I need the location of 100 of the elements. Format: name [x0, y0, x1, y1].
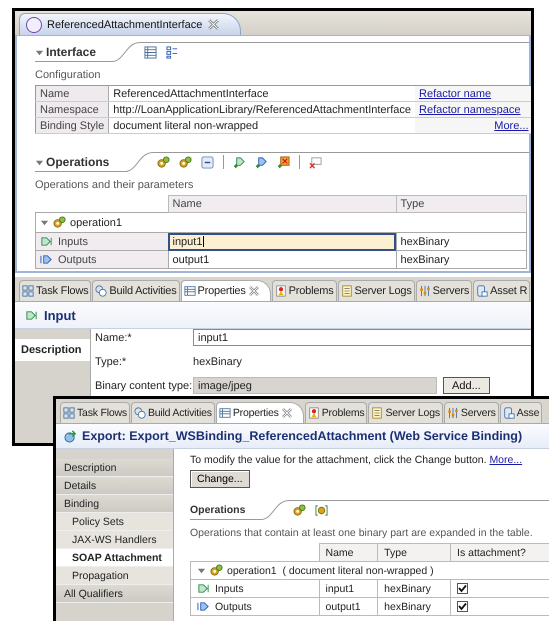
nav-item[interactable]: SOAP Attachment: [56, 549, 173, 567]
table-icon: [218, 407, 231, 419]
expand-triangle-icon[interactable]: [40, 218, 49, 227]
name-edit-field[interactable]: input1: [168, 232, 396, 250]
sliders-icon: [418, 285, 431, 297]
nav-item[interactable]: All Qualifiers: [56, 585, 173, 603]
view-tab[interactable]: Servers: [416, 280, 472, 301]
nav-item[interactable]: JAX-WS Handlers: [56, 531, 173, 549]
output-arrow-icon: [197, 600, 210, 613]
parameter-label: Inputs: [197, 582, 312, 595]
view-tab[interactable]: Server Logs: [368, 402, 443, 423]
view-tab[interactable]: Asset R: [473, 280, 530, 301]
field-label: Type:*: [95, 356, 128, 368]
close-icon[interactable]: [248, 285, 260, 297]
table-icon[interactable]: [144, 46, 158, 58]
view-tab[interactable]: Properties: [216, 402, 304, 423]
view-tab[interactable]: Server Logs: [338, 280, 415, 301]
view-tab[interactable]: Build Activities: [130, 402, 215, 423]
row-label: Namespace: [36, 102, 109, 118]
checkbox[interactable]: [457, 583, 468, 594]
column-header[interactable]: Type: [378, 544, 451, 562]
view-tab[interactable]: Problems: [304, 402, 368, 423]
nav-item[interactable]: Propagation: [56, 567, 173, 585]
database-icon: [502, 407, 515, 419]
column-header[interactable]: Type: [396, 196, 526, 212]
sliders-icon: [446, 407, 459, 419]
nav-item[interactable]: Binding: [56, 495, 173, 513]
name-cell: output1: [319, 598, 378, 616]
gears-icon: [53, 216, 66, 229]
checkbox[interactable]: [457, 601, 468, 612]
row-value: http://LoanApplicationLibrary/ReferencedAttachmentInterface: [108, 102, 416, 118]
collapse-icon[interactable]: [201, 156, 214, 168]
section-title[interactable]: Operations: [190, 501, 262, 520]
expand-triangle-icon[interactable]: [35, 48, 44, 56]
export-header: Export: Export_WSBinding_ReferencedAttachment (Web Service Binding): [56, 424, 549, 449]
section-description: Operations that contain at least one binary part are expanded in the table.: [190, 527, 534, 539]
nav-item[interactable]: Description: [56, 459, 173, 477]
input-arrow-icon: [197, 582, 210, 595]
section-title[interactable]: Interface: [35, 43, 112, 62]
gears-icon: [293, 504, 306, 516]
grid-icon: [63, 407, 75, 419]
section-title[interactable]: Operations: [35, 153, 126, 172]
interface-icon: [26, 16, 42, 32]
type-value: hexBinary: [193, 356, 243, 368]
type-cell: hexBinary: [396, 232, 526, 250]
instruction-text: To modify the value for the attachment, click the Change button.: [190, 454, 487, 466]
parameter-label: Outputs: [197, 600, 312, 613]
gears-icon: [179, 156, 192, 168]
add-fault-icon[interactable]: [277, 156, 290, 168]
view-tab[interactable]: Servers: [444, 402, 499, 423]
more-link[interactable]: More...: [489, 454, 522, 466]
view-tab[interactable]: Build Activities: [92, 280, 180, 301]
column-header[interactable]: Name: [168, 196, 396, 212]
editor-tab[interactable]: ReferencedAttachmentInterface: [19, 13, 242, 35]
log-icon: [340, 285, 353, 297]
gears-add-icon: [157, 156, 170, 168]
output-arrow-icon: [40, 253, 53, 266]
row-value: document literal non-wrapped: [108, 118, 416, 134]
add-output-icon[interactable]: [255, 156, 268, 168]
gear-bracket-icon[interactable]: [315, 504, 328, 516]
properties-header: Input: [15, 302, 531, 329]
field-label: Binary content type:: [95, 380, 193, 392]
nav-item[interactable]: Details: [56, 477, 173, 495]
input-arrow-icon: [25, 308, 38, 322]
expand-triangle-icon[interactable]: [35, 158, 44, 166]
add-input-icon[interactable]: [233, 156, 246, 168]
log-icon: [371, 407, 384, 419]
type-cell: hexBinary: [378, 598, 451, 616]
column-header[interactable]: Name: [319, 544, 378, 562]
view-tab[interactable]: Task Flows: [19, 280, 92, 301]
name-cell: output1: [168, 250, 396, 268]
type-cell: hexBinary: [396, 250, 526, 268]
grid-icon: [22, 285, 34, 297]
type-cell: hexBinary: [378, 580, 451, 598]
view-tab[interactable]: Properties: [180, 280, 271, 301]
change-button[interactable]: Change...: [190, 470, 250, 488]
nav-item[interactable]: Policy Sets: [56, 513, 173, 531]
content-type-field[interactable]: image/jpeg: [193, 377, 437, 394]
side-tab[interactable]: Description: [15, 339, 90, 361]
input-arrow-icon: [40, 235, 53, 248]
circles-icon: [95, 285, 108, 297]
row-value: ReferencedAttachmentInterface: [108, 86, 416, 102]
view-tab[interactable]: Asse: [500, 402, 542, 423]
name-cell: input1: [319, 580, 378, 598]
table-icon: [184, 285, 196, 297]
column-header[interactable]: Is attachment?: [450, 544, 549, 562]
view-tab[interactable]: Problems: [272, 280, 337, 301]
delete-icon[interactable]: [309, 156, 322, 168]
add-button[interactable]: Add...: [443, 377, 490, 394]
warning-icon: [274, 285, 287, 297]
tree-list-icon[interactable]: [166, 46, 180, 58]
name-field[interactable]: input1: [193, 329, 531, 346]
expand-triangle-icon[interactable]: [197, 566, 206, 575]
parameter-label: Outputs: [40, 253, 164, 266]
section-subtitle: Operations and their parameters: [35, 179, 194, 191]
view-tab[interactable]: Task Flows: [60, 402, 130, 423]
parameter-label: Inputs: [40, 235, 164, 248]
row-label: Binding Style: [36, 118, 109, 134]
close-icon[interactable]: [207, 18, 220, 31]
close-icon[interactable]: [280, 407, 293, 419]
